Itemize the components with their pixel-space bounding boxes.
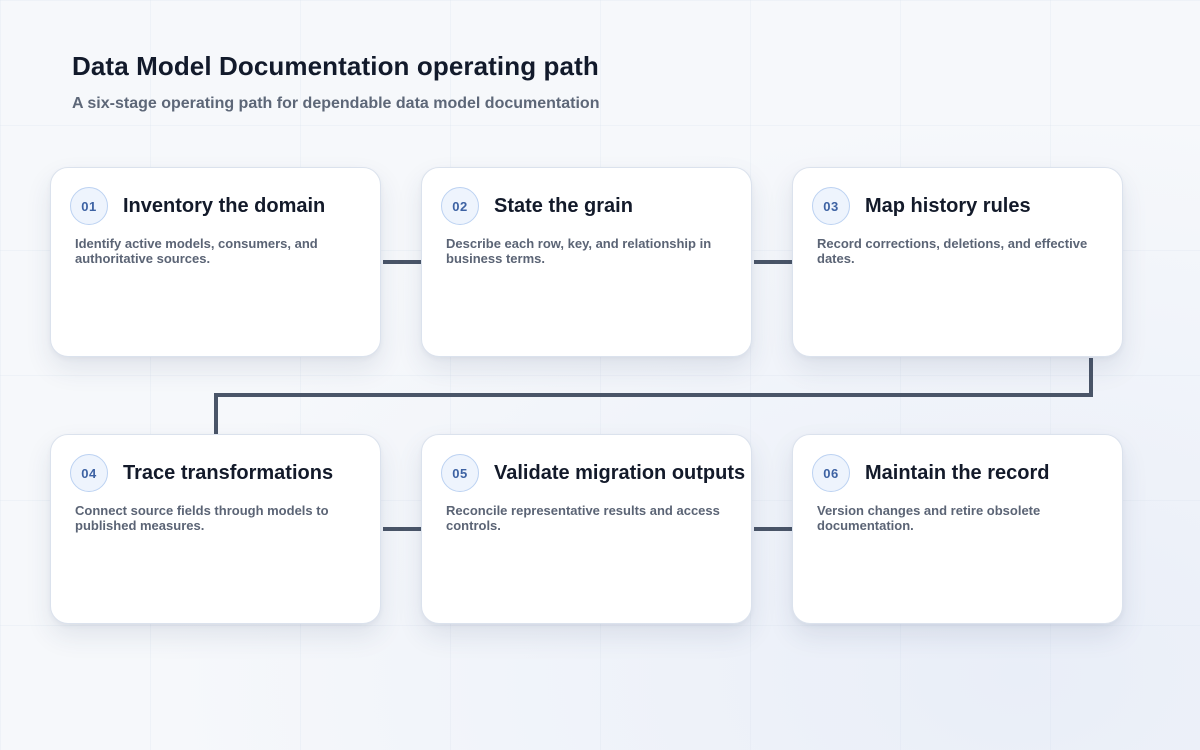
stage-description: Identify active models, consumers, and a… (75, 236, 318, 266)
stage-title: Trace transformations (123, 462, 334, 484)
stage-card-05: 05 Validate migration outputs Reconcile … (421, 434, 752, 624)
stage-description: Reconcile representative results and acc… (446, 503, 720, 533)
stage-number-badge: 02 (441, 187, 479, 225)
stage-title: Map history rules (865, 195, 1031, 217)
stage-title: Validate migration outputs (494, 462, 746, 484)
stage-card-01: 01 Inventory the domain Identify active … (50, 167, 381, 357)
stage-title: Maintain the record (865, 462, 1050, 484)
stage-description: Record corrections, deletions, and effec… (817, 236, 1088, 266)
stage-description: Describe each row, key, and relationship… (446, 236, 712, 266)
stage-title: State the grain (494, 195, 633, 217)
stage-description: Connect source fields through models to … (75, 503, 329, 533)
stage-card-06: 06 Maintain the record Version changes a… (792, 434, 1123, 624)
stage-number-badge: 03 (812, 187, 850, 225)
stage-card-03: 03 Map history rules Record corrections,… (792, 167, 1123, 357)
stage-number-badge: 06 (812, 454, 850, 492)
stage-connectors (214, 260, 1093, 531)
stage-number-badge: 05 (441, 454, 479, 492)
stage-number-badge: 04 (70, 454, 108, 492)
stage-card-02: 02 State the grain Describe each row, ke… (421, 167, 752, 357)
stage-number-badge: 01 (70, 187, 108, 225)
stage-title: Inventory the domain (123, 195, 326, 217)
stage-card-04: 04 Trace transformations Connect source … (50, 434, 381, 624)
connector-03-04 (214, 358, 1093, 434)
stage-description: Version changes and retire obsolete docu… (817, 503, 1041, 533)
